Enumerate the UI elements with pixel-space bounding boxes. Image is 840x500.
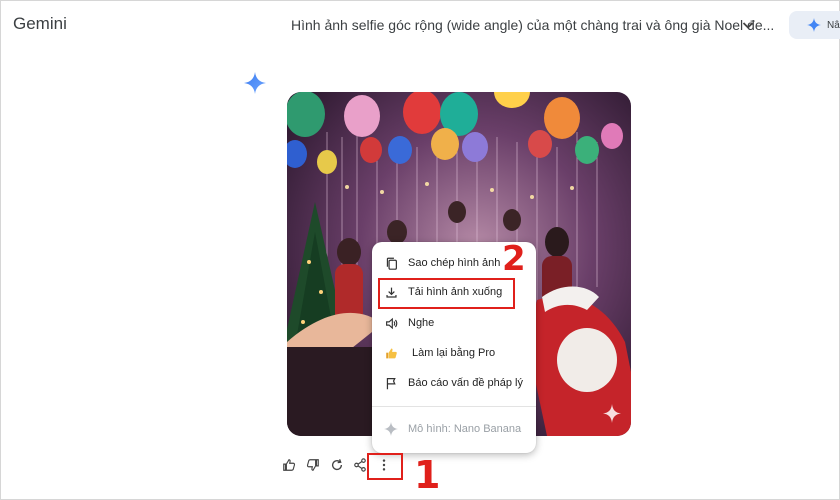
chevron-down-icon[interactable] [740, 17, 756, 33]
upgrade-button[interactable]: Nâ [789, 11, 840, 39]
thumbs-up-icon[interactable] [280, 456, 298, 474]
thumbs-down-icon[interactable] [304, 456, 322, 474]
copy-icon [384, 256, 398, 270]
sparkle-icon [807, 18, 821, 32]
download-highlight-box [378, 278, 515, 309]
menu-item-listen[interactable]: Nghe [372, 311, 536, 335]
model-info: Mô hình: Nano Banana [372, 417, 536, 441]
top-bar: Gemini Hình ảnh selfie góc rộng (wide an… [0, 0, 840, 50]
sparkle-icon [384, 422, 398, 436]
thumbs-up-emoji-icon [384, 346, 398, 360]
step-1-label: 1 [414, 453, 441, 497]
menu-item-label: Sao chép hình ảnh [408, 257, 501, 269]
app-title[interactable]: Gemini [13, 14, 67, 34]
menu-item-report-legal[interactable]: Báo cáo vấn đề pháp lý [372, 371, 536, 395]
menu-item-label: Nghe [408, 317, 435, 329]
model-label: Mô hình: Nano Banana [408, 423, 522, 435]
chat-title[interactable]: Hình ảnh selfie góc rộng (wide angle) củ… [291, 17, 774, 33]
speaker-icon [384, 316, 398, 330]
gemini-sparkle-icon [244, 72, 266, 94]
menu-item-label: Báo cáo vấn đề pháp lý [408, 377, 523, 389]
menu-divider [372, 406, 536, 407]
upgrade-label: Nâ [827, 19, 840, 31]
menu-item-label: Làm lại bằng Pro [412, 347, 496, 359]
step-2-label: 2 [502, 239, 526, 279]
flag-icon [384, 376, 398, 390]
menu-item-redo-with-pro[interactable]: Làm lại bằng Pro [372, 341, 536, 365]
more-options-highlight-box [367, 453, 403, 480]
regenerate-icon[interactable] [328, 456, 346, 474]
